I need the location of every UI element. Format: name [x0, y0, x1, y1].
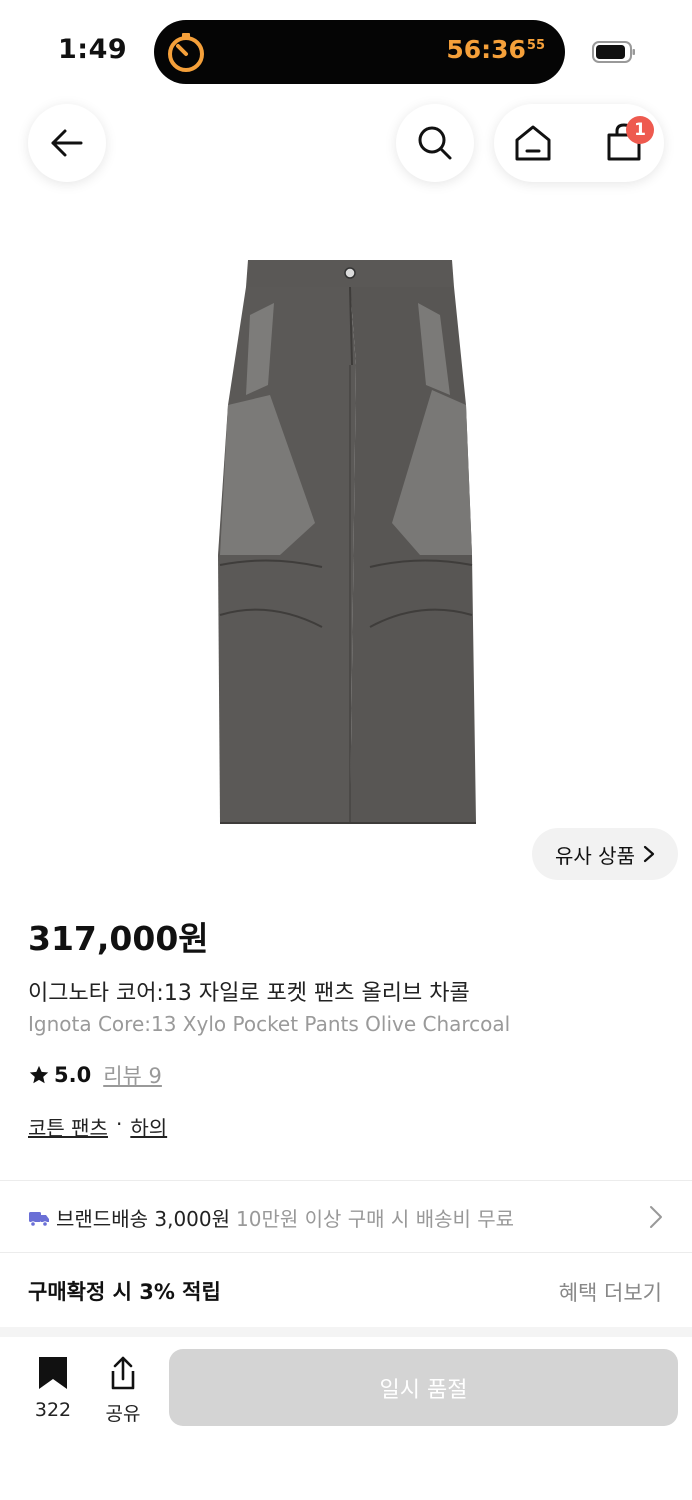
timer-readout: 56:3655	[446, 35, 545, 64]
category-link-bottoms[interactable]: 하의	[130, 1112, 167, 1141]
search-button[interactable]	[396, 104, 474, 182]
share-icon	[111, 1356, 135, 1390]
rating-row: 5.0 리뷰 9	[28, 1060, 162, 1090]
bookmark-count: 322	[34, 1399, 72, 1421]
bookmark-icon	[39, 1357, 67, 1389]
product-price: 317,000원	[28, 919, 209, 958]
product-name-korean: 이그노타 코어:13 자일로 포켓 팬츠 올리브 차콜	[28, 981, 470, 1006]
category-link-cotton-pants[interactable]: 코튼 팬츠	[28, 1112, 108, 1141]
similar-products-button[interactable]: 유사 상품	[532, 828, 678, 880]
timer-sub: 55	[526, 38, 545, 53]
share-button[interactable]: 공유	[100, 1355, 146, 1426]
home-cart-group: 1	[494, 104, 664, 182]
chevron-right-icon[interactable]	[648, 1205, 664, 1229]
category-separator: ·	[115, 1112, 123, 1136]
star-icon	[29, 1065, 49, 1084]
review-link[interactable]: 리뷰 9	[103, 1060, 162, 1090]
share-label: 공유	[105, 1403, 141, 1425]
benefits-more-link[interactable]: 혜택 더보기	[559, 1277, 662, 1307]
back-button[interactable]	[28, 104, 106, 182]
shipping-condition: 10만원 이상 구매 시 배송비 무료	[236, 1207, 515, 1231]
status-time: 1:49	[58, 34, 128, 65]
stopwatch-icon	[168, 33, 204, 72]
arrow-left-icon	[51, 129, 83, 157]
sold-out-button[interactable]: 일시 품절	[169, 1349, 678, 1426]
points-info: 구매확정 시 3% 적립	[28, 1280, 221, 1304]
product-name-english: Ignota Core:13 Xylo Pocket Pants Olive C…	[28, 1012, 511, 1036]
cart-count-badge: 1	[626, 116, 654, 144]
home-icon[interactable]	[513, 123, 553, 163]
divider	[0, 1180, 692, 1181]
section-separator	[0, 1327, 692, 1337]
bookmark-button[interactable]: 322	[30, 1355, 76, 1421]
similar-products-label: 유사 상품	[555, 843, 635, 868]
chevron-right-icon	[643, 845, 655, 863]
battery-icon	[592, 41, 635, 63]
category-breadcrumb: 코튼 팬츠 · 하의	[28, 1112, 167, 1141]
dynamic-island: 56:3655	[154, 20, 565, 84]
shipping-label: 브랜드배송 3,000원	[56, 1207, 231, 1231]
truck-icon	[29, 1211, 49, 1227]
pants-product-image[interactable]	[210, 255, 490, 835]
shipping-row[interactable]: 브랜드배송 3,000원 10만원 이상 구매 시 배송비 무료	[28, 1203, 668, 1232]
search-icon	[418, 126, 452, 160]
divider	[0, 1252, 692, 1253]
timer-main: 56:36	[446, 35, 526, 64]
rating-score: 5.0	[54, 1063, 92, 1087]
